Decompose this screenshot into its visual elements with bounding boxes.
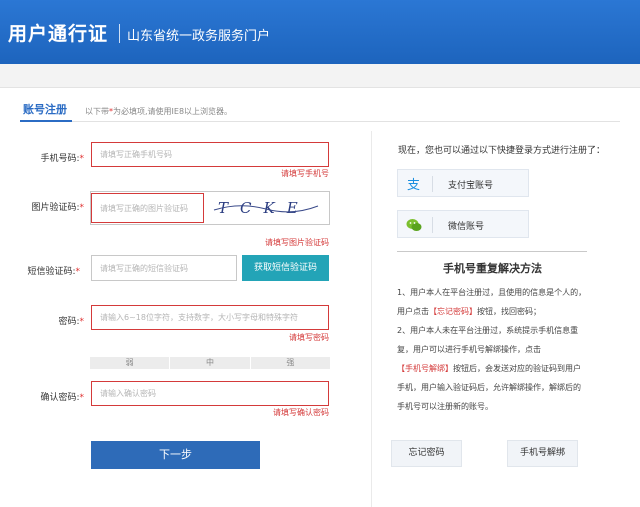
tab-divider xyxy=(20,121,620,122)
next-step-button[interactable]: 下一步 xyxy=(91,441,260,469)
confirm-password-error: 请填写确认密码 xyxy=(273,408,329,417)
header-bar: 用户通行证 山东省统一政务服务门户 xyxy=(0,0,640,64)
strength-weak: 弱 xyxy=(90,357,171,369)
phone-input[interactable] xyxy=(92,143,328,166)
alipay-label: 支付宝账号 xyxy=(448,181,494,191)
quick-register-title: 现在，您也可以通过以下快捷登录方式进行注册了： xyxy=(398,146,606,156)
unbind-phone-button[interactable]: 手机号解绑 xyxy=(507,440,578,467)
confirm-password-field[interactable] xyxy=(91,381,329,406)
site-title: 用户通行证 xyxy=(8,23,109,45)
wechat-label: 微信账号 xyxy=(448,222,485,232)
tab-account-register[interactable]: 账号注册 xyxy=(23,101,67,117)
phone-label: 手机号码:* xyxy=(40,154,84,164)
password-input[interactable] xyxy=(92,306,328,329)
phone-error: 请填写手机号 xyxy=(281,169,329,178)
button-divider xyxy=(432,176,433,192)
captcha-image[interactable]: TCKE xyxy=(210,194,322,222)
sms-label: 短信验证码:* xyxy=(27,267,80,277)
wechat-icon xyxy=(406,219,422,231)
captcha-field[interactable] xyxy=(91,193,204,223)
password-label: 密码:* xyxy=(58,317,84,327)
alipay-login-button[interactable]: 支 支付宝账号 xyxy=(397,169,529,197)
header-divider xyxy=(119,24,120,43)
captcha-label: 图片验证码:* xyxy=(31,203,84,213)
phone-field[interactable] xyxy=(91,142,329,167)
solution-divider xyxy=(397,251,587,252)
get-sms-code-button[interactable]: 获取短信验证码 xyxy=(242,255,329,281)
button-divider xyxy=(432,217,433,233)
tab-active-indicator xyxy=(20,120,72,122)
forgot-password-button[interactable]: 忘记密码 xyxy=(391,440,462,467)
captcha-input[interactable] xyxy=(92,194,203,222)
solution-text: 1、用户本人在平台注册过，且使用的信息是个人的，用户点击【忘记密码】按钮，找回密… xyxy=(397,288,587,411)
sms-field[interactable] xyxy=(91,255,237,281)
required-note: 以下带*为必填项,请使用IE8以上浏览器。 xyxy=(85,107,233,116)
password-error: 请填写密码 xyxy=(289,333,329,342)
sms-input[interactable] xyxy=(92,256,236,280)
strength-strong: 强 xyxy=(286,358,295,367)
wechat-login-button[interactable]: 微信账号 xyxy=(397,210,529,238)
confirm-password-input[interactable] xyxy=(92,382,328,405)
password-strength-meter: 弱 中 强 xyxy=(90,357,330,369)
captcha-error: 请填写图片验证码 xyxy=(265,238,329,247)
password-field[interactable] xyxy=(91,305,329,330)
alipay-icon: 支 xyxy=(407,178,420,192)
site-subtitle: 山东省统一政务服务门户 xyxy=(127,29,271,44)
forgot-password-link[interactable]: 【忘记密码】 xyxy=(429,307,477,316)
svg-text:支: 支 xyxy=(407,178,420,192)
strength-medium: 中 xyxy=(170,357,251,369)
confirm-password-label: 确认密码:* xyxy=(40,393,84,403)
unbind-phone-link[interactable]: 【手机号解绑】 xyxy=(397,364,453,373)
column-divider xyxy=(371,131,372,507)
solution-title: 手机号重复解决方法 xyxy=(443,262,542,275)
